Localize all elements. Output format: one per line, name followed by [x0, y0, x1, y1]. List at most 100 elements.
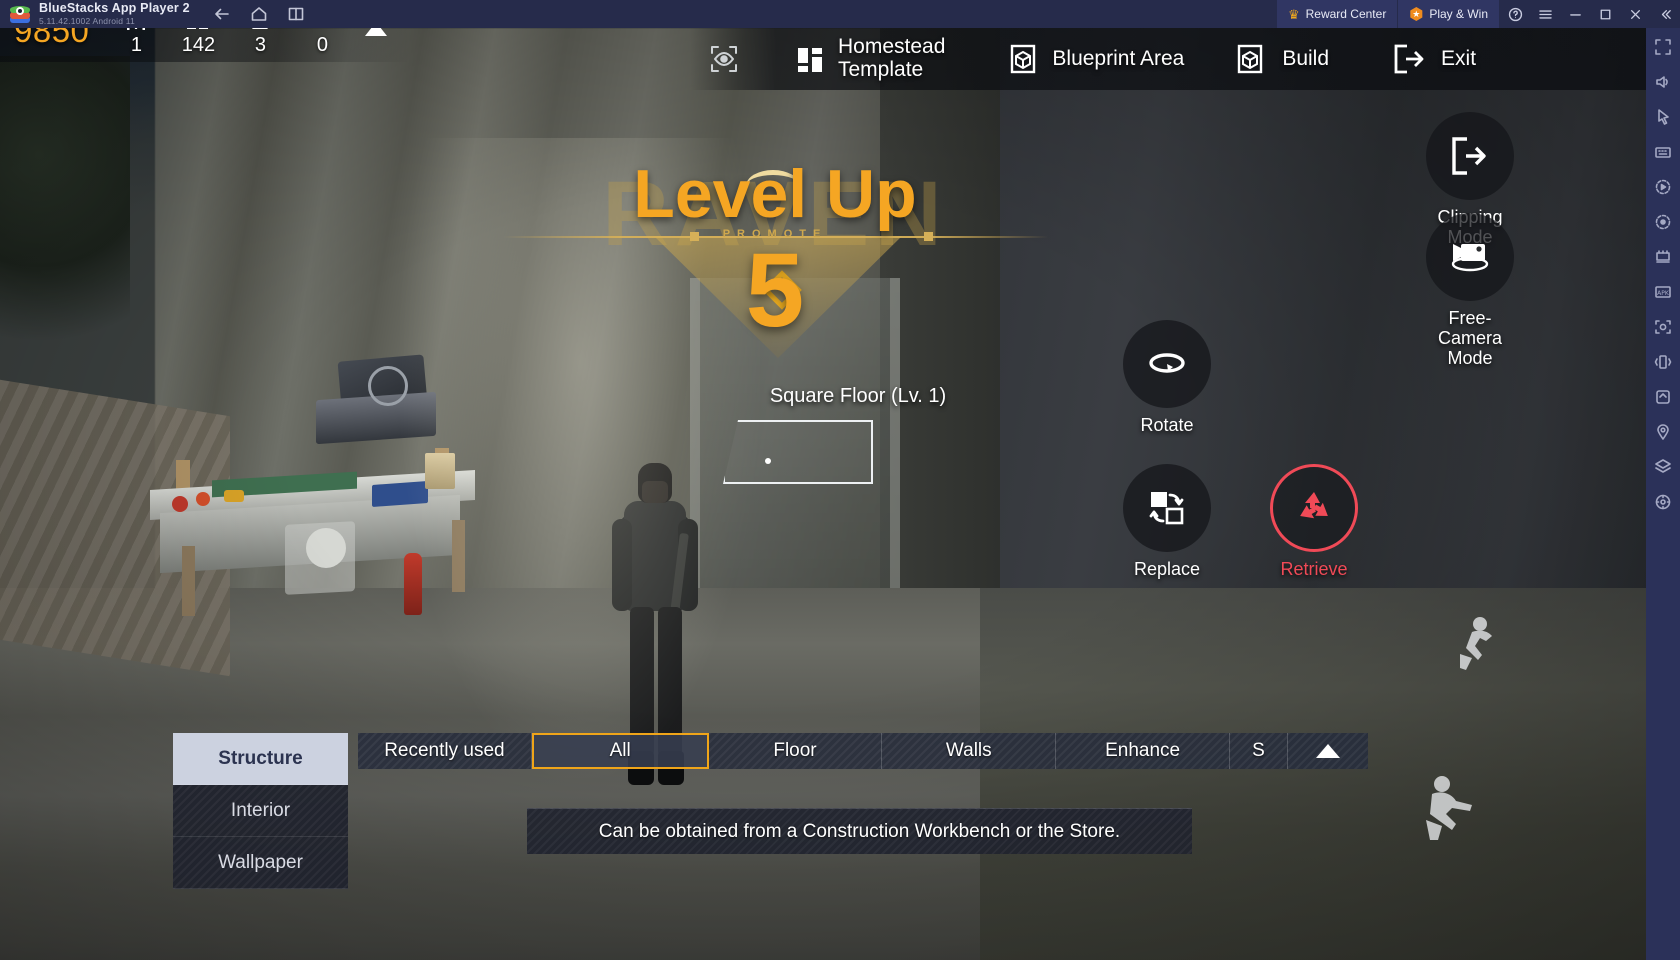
crown-icon: ♛: [1287, 6, 1300, 22]
blueprint-area-button[interactable]: Blueprint Area: [1003, 39, 1184, 79]
player-character: [600, 463, 708, 823]
back-icon[interactable]: [212, 4, 232, 24]
category-structure-label: Structure: [218, 747, 303, 769]
free-camera-label-line1: Free-Camera: [1437, 308, 1503, 349]
build-button[interactable]: Build: [1230, 39, 1329, 79]
placement-center-dot: [765, 458, 771, 464]
prop-fire-extinguisher: [404, 553, 422, 615]
retrieve-label: Retrieve: [1280, 559, 1348, 579]
retrieve-circle: [1270, 464, 1358, 552]
prop-tool-red-b: [196, 492, 210, 506]
free-camera-circle: [1426, 213, 1514, 301]
scene-floor-right: [980, 588, 1646, 960]
homestead-template-line2: Template: [838, 58, 924, 81]
hexagon-badge-icon: ★: [1410, 7, 1423, 21]
category-column: Structure Interior Wallpaper: [173, 733, 348, 889]
bluestacks-title-bar: BlueStacks App Player 2 5.11.42.1002 And…: [0, 0, 1680, 28]
free-camera-label-line2: Mode: [1447, 348, 1493, 369]
template-icon: [790, 39, 830, 79]
category-structure[interactable]: Structure: [173, 733, 348, 785]
free-camera-mode-button[interactable]: Free-Camera Mode: [1422, 213, 1518, 368]
placement-ghost-outline[interactable]: [723, 420, 873, 484]
replace-button[interactable]: Replace: [1119, 464, 1215, 579]
layers-icon[interactable]: [1652, 456, 1674, 478]
category-wallpaper-label: Wallpaper: [218, 851, 303, 873]
character-pose-icon[interactable]: [1442, 608, 1512, 683]
prop-tool-red-a: [172, 496, 188, 512]
maximize-icon[interactable]: [1590, 0, 1620, 28]
cursor-icon[interactable]: [1652, 106, 1674, 128]
keymapping-icon[interactable]: [1652, 141, 1674, 163]
bluestacks-tool-rail: APK: [1646, 28, 1680, 960]
prop-cart-wheel: [306, 528, 346, 568]
menu-icon[interactable]: [1530, 0, 1560, 28]
resource-brick-value: 0: [316, 34, 328, 56]
placement-item-label: Square Floor (Lv. 1): [769, 385, 947, 407]
home-icon[interactable]: [249, 4, 269, 24]
exit-button[interactable]: Exit: [1389, 39, 1476, 79]
location-icon[interactable]: [1652, 421, 1674, 443]
screenshot-icon[interactable]: [1652, 316, 1674, 338]
tab-s-clipped[interactable]: S: [1229, 733, 1288, 769]
record-screen-icon[interactable]: [1652, 211, 1674, 233]
play-and-win-label: Play & Win: [1429, 7, 1488, 21]
homestead-template-button[interactable]: Homestead Template: [790, 36, 945, 81]
category-interior-label: Interior: [230, 799, 291, 821]
macro-record-icon[interactable]: [1652, 176, 1674, 198]
collapse-sidebar-icon[interactable]: [1650, 0, 1680, 28]
install-apk-icon[interactable]: APK: [1652, 281, 1674, 303]
eye-focus-icon: [704, 39, 744, 79]
android-nav-icons: [212, 4, 306, 24]
minimize-icon[interactable]: [1560, 0, 1590, 28]
preview-eye-button[interactable]: [704, 39, 744, 79]
rotate-circle: [1123, 320, 1211, 408]
prop-bench-leg-right: [452, 520, 465, 592]
prop-bench-leg-left: [182, 546, 195, 616]
settings-icon[interactable]: [1652, 491, 1674, 513]
tab-recently-used[interactable]: Recently used: [358, 733, 532, 769]
fullscreen-icon[interactable]: [1652, 36, 1674, 58]
tab-floor-label: Floor: [773, 740, 817, 761]
item-description-tooltip: Can be obtained from a Construction Work…: [527, 808, 1192, 854]
app-version: 5.11.42.1002 Android 11: [39, 16, 135, 27]
window-controls: [1500, 0, 1680, 28]
volume-icon[interactable]: [1652, 71, 1674, 93]
retrieve-button[interactable]: Retrieve: [1266, 464, 1362, 579]
recent-apps-icon[interactable]: [286, 4, 306, 24]
prop-paint-can: [425, 453, 455, 489]
build-label: Build: [1282, 46, 1330, 70]
tabs-expand-caret[interactable]: [1287, 733, 1368, 769]
tab-enhance[interactable]: Enhance: [1056, 733, 1230, 769]
build-mode-top-menu: Homestead Template Blueprint Area Build: [690, 28, 1646, 90]
prop-tool-yellow: [224, 490, 244, 502]
rotate-screen-icon[interactable]: [1652, 386, 1674, 408]
resource-bed-value: 3: [254, 34, 266, 56]
crouch-shoot-icon[interactable]: [1412, 770, 1496, 853]
exit-label: Exit: [1441, 46, 1477, 70]
shake-icon[interactable]: [1652, 351, 1674, 373]
category-wallpaper[interactable]: Wallpaper: [173, 837, 348, 889]
category-interior[interactable]: Interior: [173, 785, 348, 837]
help-icon[interactable]: [1500, 0, 1530, 28]
svg-text:APK: APK: [1657, 290, 1670, 297]
reward-center-button[interactable]: ♛ Reward Center: [1276, 0, 1399, 28]
blueprint-icon: [1003, 39, 1043, 79]
bluestacks-logo: [10, 4, 30, 24]
build-cube-icon: [1230, 39, 1270, 79]
multi-instance-icon[interactable]: [1652, 246, 1674, 268]
blueprint-area-label: Blueprint Area: [1052, 46, 1185, 70]
replace-label: Replace: [1133, 559, 1201, 579]
homestead-template-line1: Homestead: [838, 35, 946, 59]
tab-all-label: All: [609, 740, 631, 761]
close-icon[interactable]: [1620, 0, 1650, 28]
play-and-win-button[interactable]: ★ Play & Win: [1398, 0, 1500, 28]
rotate-button[interactable]: Rotate: [1119, 320, 1215, 435]
resource-gate-value: 1: [130, 34, 142, 56]
tab-floor[interactable]: Floor: [708, 733, 883, 769]
item-filter-tabs: Recently used All Floor Walls Enhance S: [358, 733, 1368, 769]
scene-foliage: [0, 56, 130, 386]
tab-all[interactable]: All: [531, 733, 709, 769]
tab-walls[interactable]: Walls: [882, 733, 1057, 769]
tab-walls-label: Walls: [945, 740, 992, 761]
prop-saw-blade: [368, 366, 408, 406]
